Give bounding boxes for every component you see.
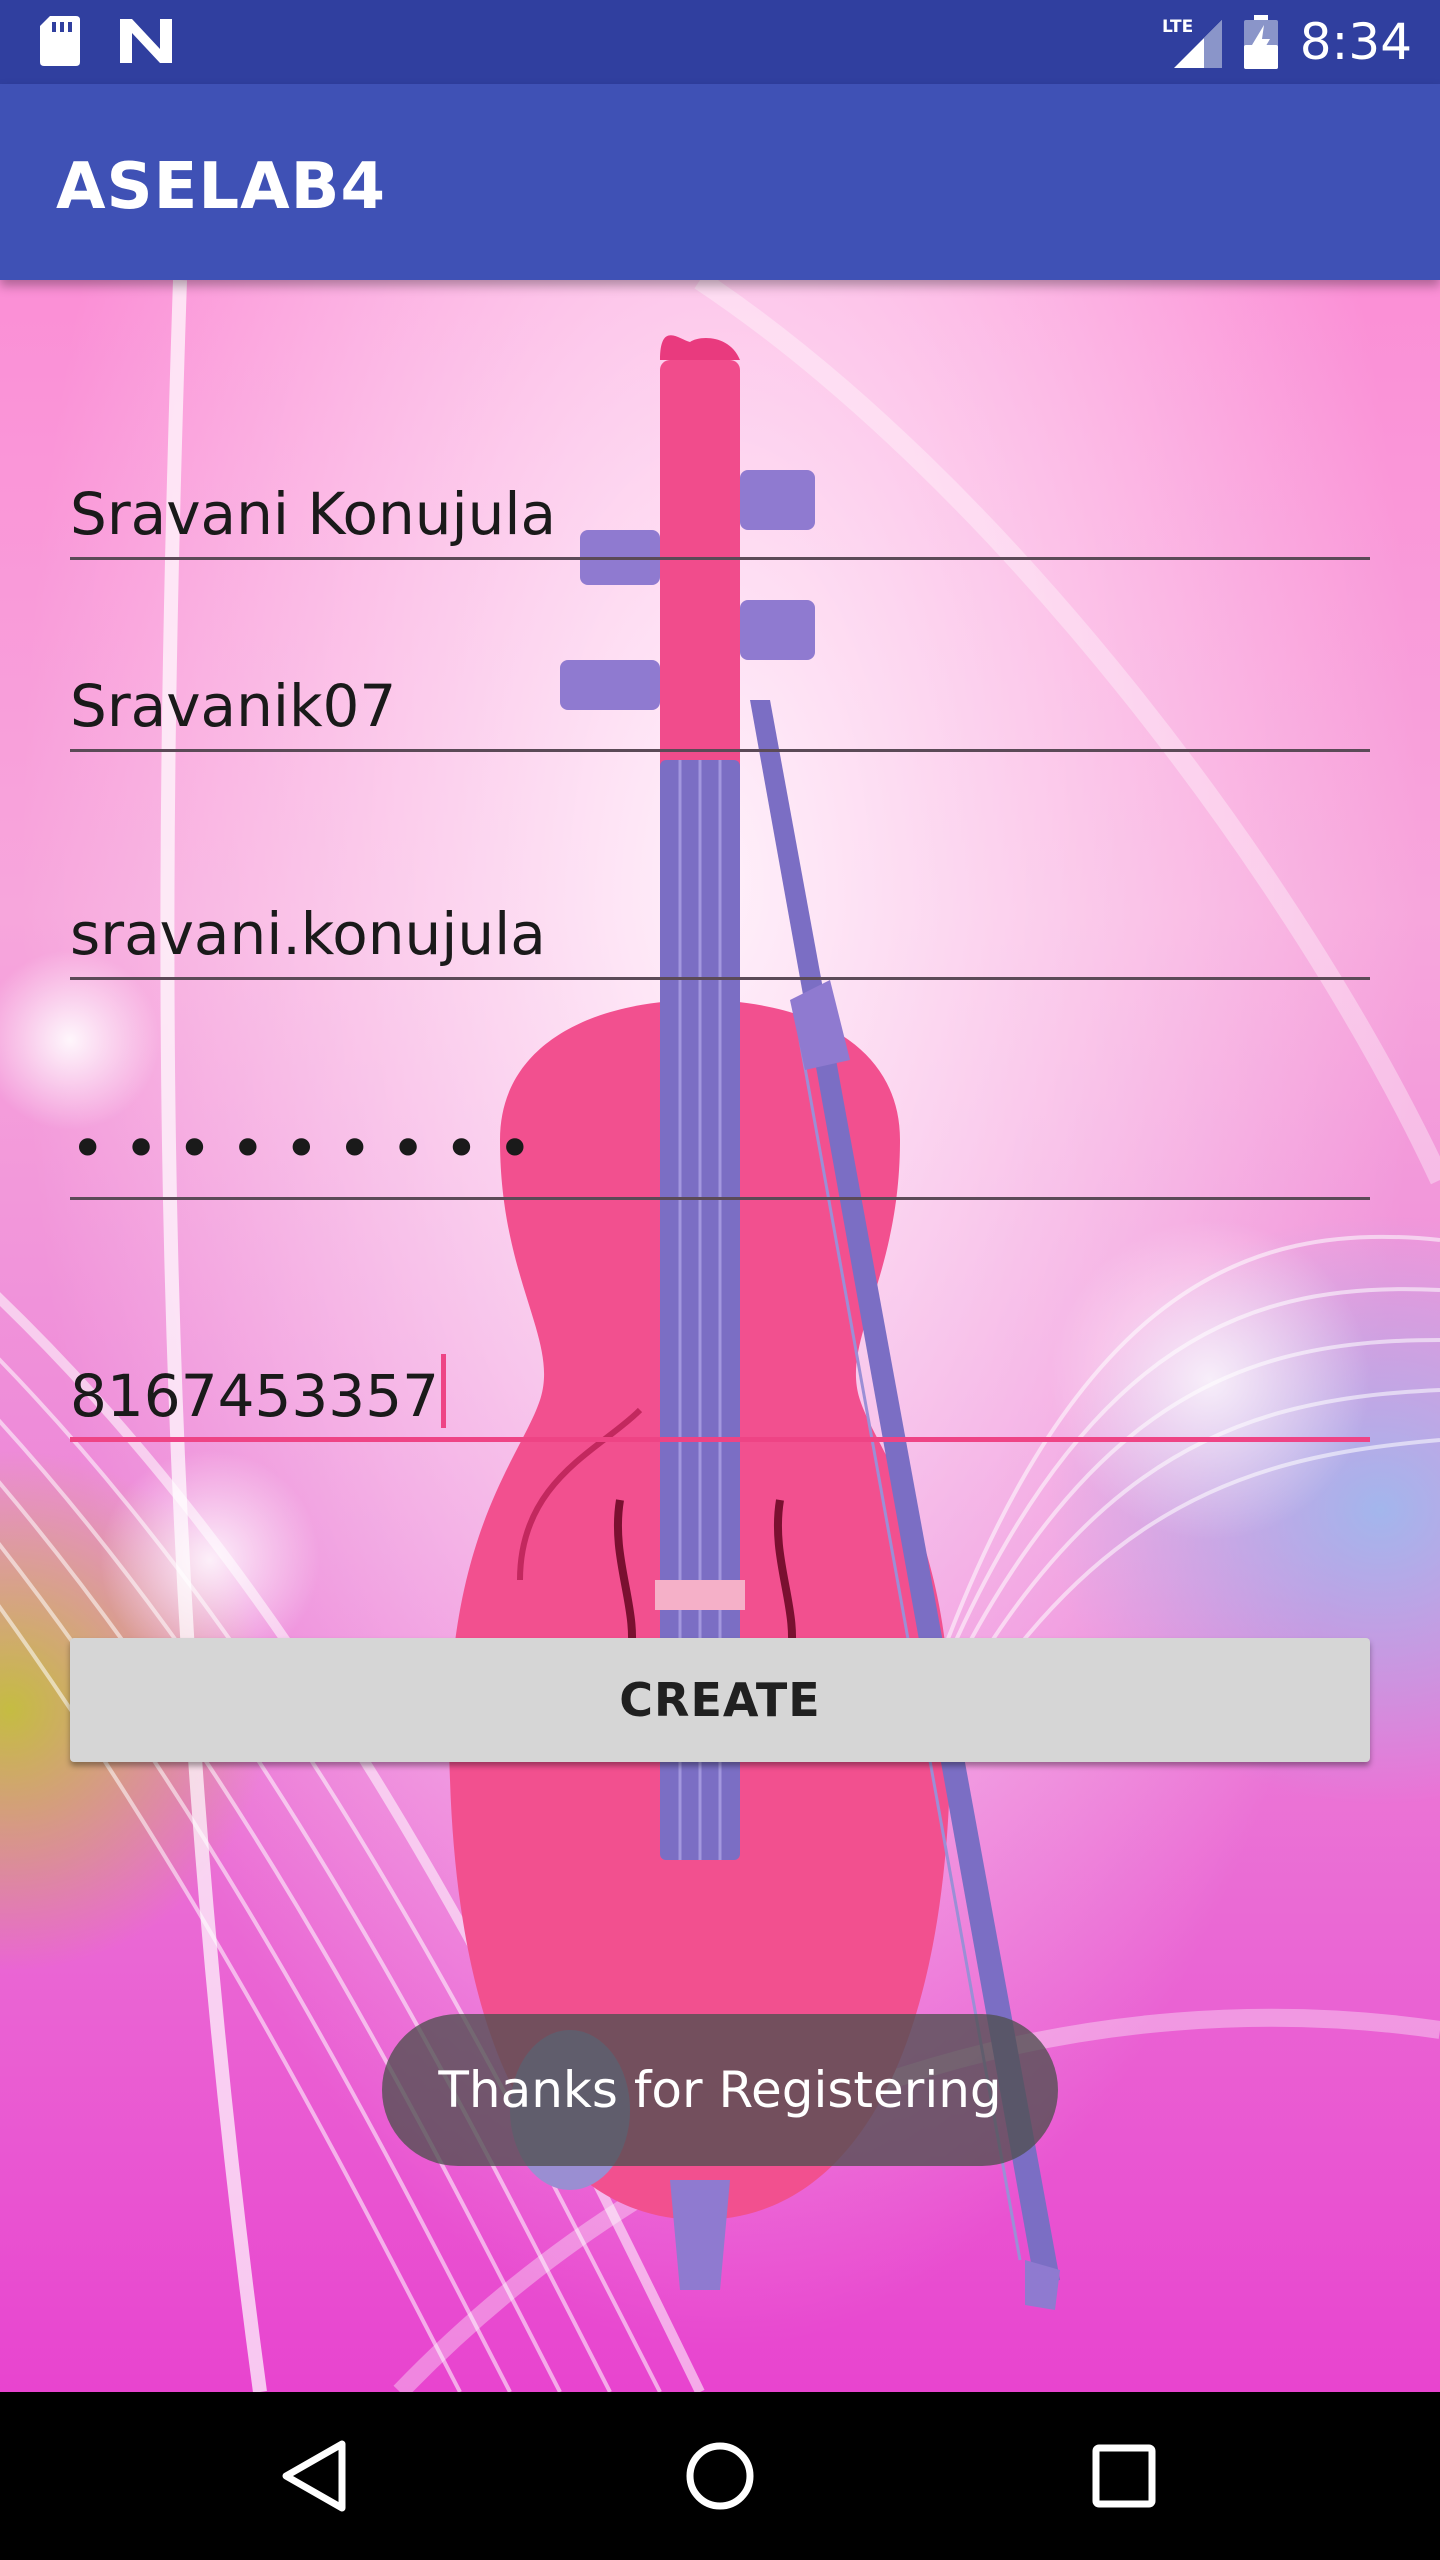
content-area: Sravani Konujula Sravanik07 sravani.konu…	[0, 280, 1440, 2392]
sd-card-icon	[40, 16, 80, 66]
toast-message: Thanks for Registering	[382, 2014, 1058, 2166]
app-bar: ASELAB4	[0, 84, 1440, 280]
svg-text:LTE: LTE	[1162, 17, 1193, 37]
name-field-underline	[70, 557, 1370, 560]
toast-text: Thanks for Registering	[438, 2061, 1002, 2119]
password-field[interactable]: •••••••••	[70, 1110, 1370, 1200]
battery-icon	[1243, 15, 1278, 69]
n-notification-icon	[120, 19, 172, 63]
name-field[interactable]: Sravani Konujula	[70, 470, 1370, 560]
password-field-underline	[70, 1197, 1370, 1200]
name-field-text: Sravani Konujula	[70, 480, 557, 548]
username-field[interactable]: Sravanik07	[70, 662, 1370, 752]
phone-field[interactable]: 8167453357	[70, 1352, 1370, 1442]
email-field-underline	[70, 977, 1370, 980]
phone-field-text: 8167453357	[70, 1354, 447, 1430]
text-cursor	[441, 1354, 447, 1428]
create-button[interactable]: CREATE	[70, 1638, 1370, 1762]
phone-field-underline	[70, 1437, 1370, 1442]
clock: 8:34	[1299, 13, 1412, 71]
username-field-text: Sravanik07	[70, 672, 397, 740]
recents-icon[interactable]	[1084, 2436, 1164, 2516]
email-field[interactable]: sravani.konujula	[70, 890, 1370, 980]
email-field-text: sravani.konujula	[70, 900, 546, 968]
app-title: ASELAB4	[56, 150, 386, 224]
back-icon[interactable]	[276, 2436, 356, 2516]
status-bar: LTE 8:34	[0, 0, 1440, 84]
username-field-underline	[70, 749, 1370, 752]
home-icon[interactable]	[680, 2436, 760, 2516]
password-field-text: •••••••••	[70, 1114, 551, 1184]
lte-signal-icon: LTE	[1162, 16, 1222, 68]
navigation-bar	[0, 2392, 1440, 2560]
